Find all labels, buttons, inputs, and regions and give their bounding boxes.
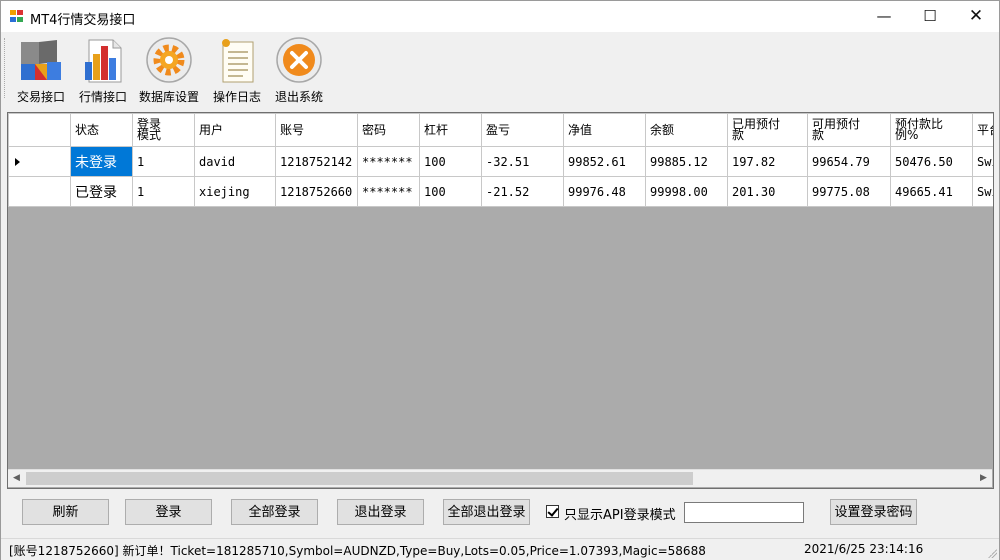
column-header-margin[interactable]: 已用预付款	[727, 113, 808, 147]
column-header-status[interactable]: 状态	[70, 113, 133, 147]
table-cell-login-mode[interactable]: 1	[132, 146, 195, 177]
column-header-profit[interactable]: 盈亏	[481, 113, 564, 147]
title-bar: MT4行情交易接口 — ☐ ✕	[1, 1, 999, 32]
database-gear-icon	[145, 36, 193, 84]
status-bar: [账号1218752660] 新订单！Ticket=181285710,Symb…	[1, 538, 999, 560]
toolbar-operation-log-button[interactable]: 操作日志	[209, 36, 265, 104]
table-cell-leverage[interactable]: 100	[419, 146, 482, 177]
table-cell-platform[interactable]: Swi	[972, 146, 993, 177]
toolbar-database-settings-button[interactable]: 数据库设置	[137, 36, 201, 104]
table-cell-profit[interactable]: -32.51	[481, 146, 564, 177]
scroll-right-icon[interactable]: ▶	[975, 470, 992, 487]
toolbar-item-label: 数据库设置	[138, 90, 199, 104]
table-cell-balance[interactable]: 99885.12	[645, 146, 728, 177]
set-login-password-button[interactable]: 设置登录密码	[830, 499, 917, 525]
table-cell-margin-level[interactable]: 50476.50	[890, 146, 973, 177]
table-cell-password[interactable]: *******	[357, 146, 420, 177]
table-cell-free-margin[interactable]: 99654.79	[807, 146, 891, 177]
horizontal-scrollbar[interactable]: ◀ ▶	[8, 469, 992, 487]
table-cell-status[interactable]: 未登录	[70, 146, 133, 177]
column-header-balance[interactable]: 余额	[645, 113, 728, 147]
toolbar-item-label: 退出系统	[274, 90, 323, 104]
minimize-button[interactable]: —	[861, 1, 907, 32]
column-header-label: 已用预付款	[732, 117, 781, 142]
table-row[interactable]: 已登录 1 xiejing 1218752660 ******* 100 -21…	[8, 176, 993, 207]
table-cell-margin[interactable]: 197.82	[727, 146, 808, 177]
exit-icon	[275, 36, 323, 84]
password-input[interactable]	[684, 502, 804, 523]
row-header[interactable]	[8, 176, 71, 207]
grid-header-row: 状态 登录模式 用户 账号 密码 杠杆 盈亏 净值 余额 已用预付款 可用预付款…	[8, 113, 993, 147]
table-cell-balance[interactable]: 99998.00	[645, 176, 728, 207]
table-cell-user[interactable]: xiejing	[194, 176, 276, 207]
column-header-label: 可用预付款	[812, 117, 861, 142]
trading-interface-icon	[17, 36, 65, 84]
status-message: [账号1218752660] 新订单！Ticket=181285710,Symb…	[9, 544, 706, 558]
row-header-corner[interactable]	[8, 113, 71, 147]
api-mode-label[interactable]: 只显示API登录模式	[564, 504, 676, 523]
column-header-label: 登录模式	[137, 117, 162, 142]
table-cell-password[interactable]: *******	[357, 176, 420, 207]
column-header-leverage[interactable]: 杠杆	[419, 113, 482, 147]
table-cell-margin[interactable]: 201.30	[727, 176, 808, 207]
window-title: MT4行情交易接口	[30, 13, 136, 28]
table-cell-user[interactable]: david	[194, 146, 276, 177]
market-chart-icon	[79, 36, 127, 84]
column-header-equity[interactable]: 净值	[563, 113, 646, 147]
logout-button[interactable]: 退出登录	[337, 499, 424, 525]
table-cell-leverage[interactable]: 100	[419, 176, 482, 207]
table-cell-platform[interactable]: Swi	[972, 176, 993, 207]
toolbar: 交易接口 行情接口 数据库设置 操作日志 退出系统	[1, 32, 999, 106]
app-icon	[10, 10, 24, 23]
api-mode-checkbox[interactable]	[546, 505, 559, 518]
toolbar-item-label: 交易接口	[16, 90, 65, 104]
toolbar-trading-interface-button[interactable]: 交易接口	[13, 36, 69, 104]
refresh-button[interactable]: 刷新	[22, 499, 109, 525]
table-cell-account[interactable]: 1218752142	[275, 146, 358, 177]
status-timestamp: 2021/6/25 23:14:16	[804, 542, 924, 556]
column-header-account[interactable]: 账号	[275, 113, 358, 147]
column-header-password[interactable]: 密码	[357, 113, 420, 147]
column-header-platform[interactable]: 平台	[972, 113, 993, 147]
login-all-button[interactable]: 全部登录	[231, 499, 318, 525]
scrollbar-thumb[interactable]	[26, 472, 693, 485]
column-header-login-mode[interactable]: 登录模式	[132, 113, 195, 147]
toolbar-item-label: 操作日志	[212, 90, 261, 104]
table-cell-margin-level[interactable]: 49665.41	[890, 176, 973, 207]
column-header-user[interactable]: 用户	[194, 113, 276, 147]
table-row[interactable]: 未登录 1 david 1218752142 ******* 100 -32.5…	[8, 146, 993, 177]
logout-all-button[interactable]: 全部退出登录	[443, 499, 530, 525]
accounts-grid[interactable]: 状态 登录模式 用户 账号 密码 杠杆 盈亏 净值 余额 已用预付款 可用预付款…	[7, 112, 994, 489]
resize-grip[interactable]	[987, 548, 997, 558]
column-header-margin-level[interactable]: 预付款比例%	[890, 113, 973, 147]
table-cell-profit[interactable]: -21.52	[481, 176, 564, 207]
close-button[interactable]: ✕	[953, 1, 999, 32]
column-header-free-margin[interactable]: 可用预付款	[807, 113, 891, 147]
table-cell-status[interactable]: 已登录	[70, 176, 133, 207]
toolbar-market-button[interactable]: 行情接口	[75, 36, 131, 104]
table-cell-equity[interactable]: 99852.61	[563, 146, 646, 177]
current-row-arrow-icon	[15, 157, 20, 166]
row-header[interactable]	[8, 146, 71, 177]
accounts-table: 状态 登录模式 用户 账号 密码 杠杆 盈亏 净值 余额 已用预付款 可用预付款…	[8, 113, 993, 207]
toolbar-exit-system-button[interactable]: 退出系统	[271, 36, 327, 104]
column-header-label: 预付款比例%	[895, 117, 944, 142]
login-button[interactable]: 登录	[125, 499, 212, 525]
log-document-icon	[213, 36, 261, 84]
maximize-button[interactable]: ☐	[907, 1, 953, 32]
table-cell-equity[interactable]: 99976.48	[563, 176, 646, 207]
main-window: MT4行情交易接口 — ☐ ✕ 交易接口 行情接口 数据库设置 操作日志 退出系…	[0, 0, 1000, 560]
table-cell-free-margin[interactable]: 99775.08	[807, 176, 891, 207]
table-cell-account[interactable]: 1218752660	[275, 176, 358, 207]
toolbar-item-label: 行情接口	[78, 90, 127, 104]
scroll-left-icon[interactable]: ◀	[8, 470, 25, 487]
table-cell-login-mode[interactable]: 1	[132, 176, 195, 207]
toolbar-grip[interactable]	[4, 38, 8, 98]
